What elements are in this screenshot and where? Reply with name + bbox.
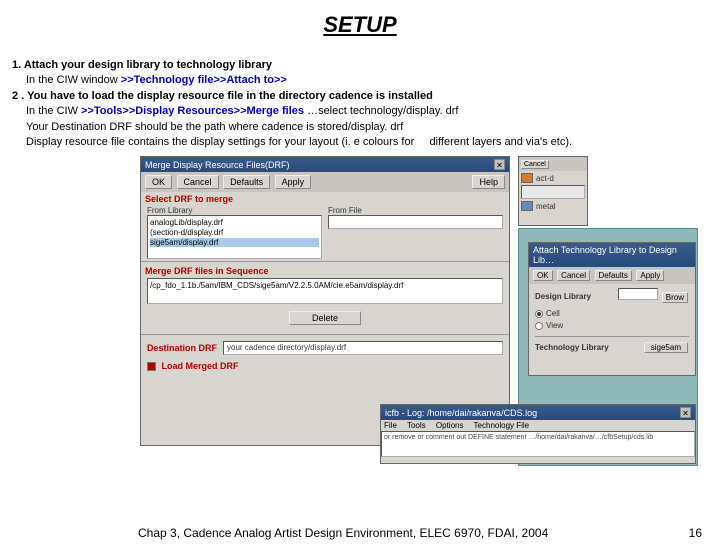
design-library-input[interactable]: [618, 288, 658, 300]
tech-library-value[interactable]: sige5am: [644, 342, 688, 353]
attach-tech-window: Attach Technology Library to Design Lib……: [528, 242, 696, 376]
step2-line3a: Display resource file contains the displ…: [26, 136, 414, 148]
load-merged-checkbox[interactable]: [147, 362, 156, 371]
step2-line3b: different layers and via's etc).: [430, 136, 573, 148]
merge-title-bar: Merge Display Resource Files(DRF) ✕: [141, 157, 509, 172]
load-merged-label: Load Merged DRF: [162, 361, 239, 371]
cell-radio[interactable]: [535, 310, 543, 318]
design-library-label: Design Library: [535, 292, 591, 301]
ok-button[interactable]: OK: [145, 175, 172, 189]
defaults-button[interactable]: Defaults: [223, 175, 270, 189]
step2-menu-path: >>Tools>>Display Resources>>Merge files: [81, 105, 304, 117]
apply-button[interactable]: Apply: [275, 175, 312, 189]
layer-window: Cancel act-d metal: [518, 156, 588, 226]
from-library-label: From Library: [147, 206, 322, 215]
destination-label: Destination DRF: [147, 343, 217, 353]
step1-text: In the CIW window: [26, 74, 118, 86]
screenshot-area: Merge Display Resource Files(DRF) ✕ OK C…: [140, 156, 708, 466]
instruction-block: 1. Attach your design library to technol…: [12, 58, 708, 150]
sequence-list[interactable]: /cp_fdo_1.1b./5am/IBM_CDS/sige5am/V2.2.5…: [147, 278, 503, 304]
step2-line2: Your Destination DRF should be the path …: [12, 120, 708, 135]
menu-tech-file[interactable]: Technology File: [474, 421, 530, 430]
sequence-path: /cp_fdo_1.1b./5am/IBM_CDS/sige5am/V2.2.5…: [150, 281, 500, 291]
apply-button[interactable]: Apply: [636, 270, 664, 281]
attach-title-bar: Attach Technology Library to Design Lib…: [529, 243, 695, 267]
page-number: 16: [689, 526, 702, 540]
select-drf-label: Select DRF to merge: [141, 192, 509, 206]
ciw-log-window: icfb - Log: /home/dai/rakanva/CDS.log ✕ …: [380, 404, 696, 464]
layer-swatch: [521, 201, 533, 211]
merge-seq-label: Merge DRF files in Sequence: [141, 264, 509, 278]
list-item-selected[interactable]: sige5am/display.drf: [150, 238, 319, 248]
layer-swatch: [521, 173, 533, 183]
from-file-input[interactable]: [328, 215, 503, 229]
browse-button[interactable]: Brow: [662, 292, 688, 303]
step2-text-b: …select technology/display. drf: [307, 105, 458, 117]
from-file-label: From File: [328, 206, 503, 215]
menu-file[interactable]: File: [384, 421, 397, 430]
page-title: SETUP: [0, 12, 720, 38]
log-window-title: icfb - Log: /home/dai/rakanva/CDS.log: [385, 408, 537, 418]
close-icon[interactable]: ✕: [680, 407, 691, 418]
layer-field[interactable]: [521, 185, 585, 199]
cancel-button[interactable]: Cancel: [177, 175, 219, 189]
merge-button-row: OK Cancel Defaults Apply Help: [141, 172, 509, 192]
cancel-button[interactable]: Cancel: [521, 160, 549, 169]
log-menu-bar: File Tools Options Technology File: [381, 420, 695, 431]
cancel-button[interactable]: Cancel: [557, 270, 590, 281]
view-radio[interactable]: [535, 322, 543, 330]
tech-library-label: Technology Library: [535, 343, 609, 352]
help-button[interactable]: Help: [472, 175, 505, 189]
step1-heading: 1. Attach your design library to technol…: [12, 59, 272, 71]
menu-tools[interactable]: Tools: [407, 421, 426, 430]
destination-input[interactable]: your cadence directory/display.drf: [223, 341, 503, 355]
step2-heading: 2 . You have to load the display resourc…: [12, 90, 433, 102]
view-label: View: [546, 321, 563, 330]
layer-name: act-d: [536, 174, 554, 183]
layer-name: metal: [536, 202, 556, 211]
step2-text-a: In the CIW: [26, 105, 78, 117]
merge-drf-window: Merge Display Resource Files(DRF) ✕ OK C…: [140, 156, 510, 446]
list-item[interactable]: analogLib/display.drf: [150, 218, 319, 228]
log-title-bar: icfb - Log: /home/dai/rakanva/CDS.log ✕: [381, 405, 695, 420]
log-content: or remove or comment out DEFINE statemen…: [381, 431, 695, 457]
menu-options[interactable]: Options: [436, 421, 464, 430]
footer: Chap 3, Cadence Analog Artist Design Env…: [0, 526, 720, 540]
ok-button[interactable]: OK: [533, 270, 553, 281]
step1-menu-path: >>Technology file>>Attach to>>: [121, 74, 287, 86]
defaults-button[interactable]: Defaults: [595, 270, 632, 281]
merge-window-title: Merge Display Resource Files(DRF): [145, 160, 290, 170]
cell-label: Cell: [546, 309, 560, 318]
from-library-list[interactable]: analogLib/display.drf (section-d/display…: [147, 215, 322, 259]
list-item[interactable]: (section-d/display.drf: [150, 228, 319, 238]
close-icon[interactable]: ✕: [494, 159, 505, 170]
footer-text: Chap 3, Cadence Analog Artist Design Env…: [138, 526, 548, 540]
attach-window-title: Attach Technology Library to Design Lib…: [533, 245, 691, 265]
delete-button[interactable]: Delete: [289, 311, 361, 325]
